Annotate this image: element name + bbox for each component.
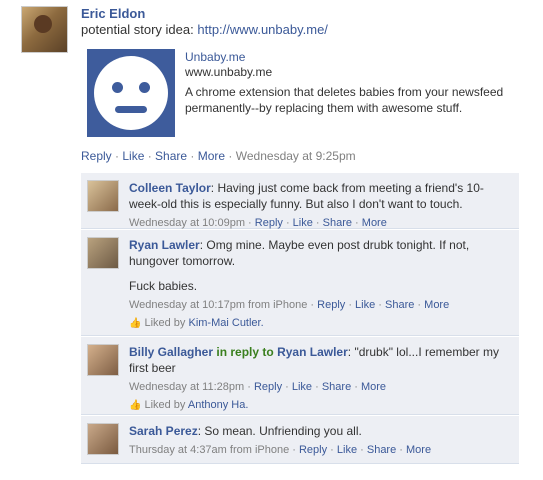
commenter-name-link[interactable]: Billy Gallagher	[129, 345, 213, 359]
comment-item: Billy Gallagher in reply to Ryan Lawler:…	[81, 337, 519, 415]
separator: ·	[225, 149, 236, 163]
post-actions: Reply · Like · Share · More · Wednesday …	[81, 149, 356, 163]
comment-item: Sarah Perez: So mean. Unfriending you al…	[81, 416, 519, 464]
attachment-url: www.unbaby.me	[185, 65, 273, 79]
author-avatar[interactable]	[21, 6, 68, 53]
mouth	[115, 106, 147, 113]
separator: ·	[357, 444, 367, 456]
separator: ·	[307, 299, 318, 311]
author-name-link[interactable]: Eric Eldon	[81, 6, 145, 21]
comment-timestamp: Wednesday at 10:09pm	[129, 217, 245, 229]
reply-link[interactable]: Reply	[81, 149, 112, 163]
liked-by-row: 👍 Liked by Anthony Ha.	[129, 398, 511, 413]
comment-timestamp: Thursday at 4:37am from iPhone	[129, 444, 290, 456]
commenter-avatar[interactable]	[87, 423, 119, 455]
attachment-title-link[interactable]: Unbaby.me	[185, 50, 245, 64]
smiley-face-icon	[94, 56, 168, 130]
thumbs-up-icon: 👍	[129, 400, 142, 411]
commenter-avatar[interactable]	[87, 344, 119, 376]
liked-by-prefix: Liked by	[144, 317, 189, 329]
share-link[interactable]: Share	[385, 299, 414, 311]
like-link[interactable]: Like	[337, 444, 357, 456]
comment-body: So mean. Unfriending you all.	[204, 424, 362, 438]
separator: ·	[396, 444, 406, 456]
separator: ·	[244, 217, 255, 229]
separator: ·	[289, 444, 299, 456]
comment-text: Ryan Lawler: Omg mine. Maybe even post d…	[129, 238, 470, 268]
comment-item: Ryan Lawler: Omg mine. Maybe even post d…	[81, 230, 519, 336]
comment-item: Colleen Taylor: Having just come back fr…	[81, 173, 519, 229]
reply-link[interactable]: Reply	[254, 381, 282, 393]
like-link[interactable]: Like	[355, 299, 375, 311]
comment-meta: Thursday at 4:37am from iPhone · Reply ·…	[129, 442, 511, 458]
more-link[interactable]: More	[198, 149, 225, 163]
commenter-avatar[interactable]	[87, 237, 119, 269]
separator: ·	[282, 381, 292, 393]
attachment-description: A chrome extension that deletes babies f…	[185, 85, 504, 115]
attachment-thumbnail[interactable]	[87, 49, 175, 137]
story-text: potential story idea: http://www.unbaby.…	[81, 22, 328, 37]
liked-by-link[interactable]: Kim-Mai Cutler.	[188, 317, 263, 329]
separator: ·	[187, 149, 198, 163]
like-link[interactable]: Like	[122, 149, 144, 163]
separator: ·	[327, 444, 337, 456]
separator: ·	[351, 381, 361, 393]
separator: ·	[312, 381, 322, 393]
comment-meta: Wednesday at 10:17pm from iPhone · Reply…	[129, 297, 511, 313]
comment-meta: Wednesday at 10:09pm · Reply · Like · Sh…	[129, 215, 511, 231]
separator: ·	[375, 299, 386, 311]
separator: ·	[345, 299, 356, 311]
reply-indicator: in reply to	[216, 345, 274, 359]
more-link[interactable]: More	[362, 217, 387, 229]
more-link[interactable]: More	[406, 444, 431, 456]
share-link[interactable]: Share	[367, 444, 396, 456]
separator: ·	[244, 381, 254, 393]
separator: ·	[312, 217, 323, 229]
left-eye	[112, 82, 123, 93]
separator: ·	[144, 149, 156, 163]
liked-by-prefix: Liked by	[144, 399, 188, 411]
comment-text: Sarah Perez: So mean. Unfriending you al…	[129, 424, 362, 438]
share-link[interactable]: Share	[323, 217, 352, 229]
comment-body-second: Fuck babies.	[129, 279, 198, 293]
separator: ·	[414, 299, 425, 311]
liked-by-link[interactable]: Anthony Ha.	[188, 399, 249, 411]
share-link[interactable]: Share	[322, 381, 351, 393]
separator: ·	[282, 217, 293, 229]
commenter-name-link[interactable]: Colleen Taylor	[129, 181, 211, 195]
reply-link[interactable]: Reply	[299, 444, 327, 456]
thumbs-up-icon: 👍	[129, 318, 142, 329]
story-prefix: potential story idea:	[81, 22, 198, 37]
comment-meta: Wednesday at 11:28pm · Reply · Like · Sh…	[129, 379, 511, 395]
commenter-name-link[interactable]: Sarah Perez	[129, 424, 198, 438]
more-link[interactable]: More	[424, 299, 449, 311]
reply-to-link[interactable]: Ryan Lawler	[277, 345, 348, 359]
reply-link[interactable]: Reply	[317, 299, 345, 311]
comment-timestamp: Wednesday at 11:28pm	[129, 381, 245, 393]
share-link[interactable]: Share	[155, 149, 187, 163]
reply-link[interactable]: Reply	[255, 217, 283, 229]
post-timestamp: Wednesday at 9:25pm	[235, 149, 356, 163]
commenter-name-link[interactable]: Ryan Lawler	[129, 238, 200, 252]
commenter-avatar[interactable]	[87, 180, 119, 212]
like-link[interactable]: Like	[293, 217, 313, 229]
like-link[interactable]: Like	[292, 381, 312, 393]
comment-timestamp: Wednesday at 10:17pm from iPhone	[129, 299, 308, 311]
comment-text: Colleen Taylor: Having just come back fr…	[129, 181, 484, 211]
more-link[interactable]: More	[361, 381, 386, 393]
comment-text: Billy Gallagher in reply to Ryan Lawler:…	[129, 345, 499, 375]
right-eye	[139, 82, 150, 93]
separator: ·	[352, 217, 362, 229]
separator: ·	[111, 149, 123, 163]
story-link[interactable]: http://www.unbaby.me/	[197, 22, 328, 37]
liked-by-row: 👍 Liked by Kim-Mai Cutler.	[129, 316, 511, 331]
comment-list: Colleen Taylor: Having just come back fr…	[81, 173, 519, 465]
